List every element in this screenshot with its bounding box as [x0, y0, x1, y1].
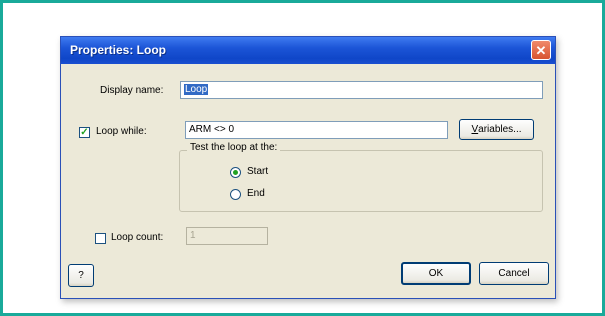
- variables-button-label: ariables...: [478, 124, 522, 135]
- checkmark-icon: ✓: [80, 127, 89, 138]
- loop-while-label: Loop while:: [96, 126, 147, 137]
- loop-while-value: ARM <> 0: [189, 124, 235, 135]
- screenshot-frame: Properties: Loop ✕ Display name: Loop ✓ …: [0, 0, 605, 316]
- loop-count-input[interactable]: 1: [186, 227, 268, 245]
- help-button-label: ?: [78, 270, 84, 281]
- radio-end-label: End: [247, 188, 265, 199]
- ok-button[interactable]: OK: [401, 262, 471, 285]
- properties-dialog: Properties: Loop ✕ Display name: Loop ✓ …: [60, 36, 556, 299]
- loop-while-checkbox[interactable]: ✓: [79, 127, 90, 138]
- loop-count-label: Loop count:: [111, 232, 164, 243]
- cancel-button[interactable]: Cancel: [479, 262, 549, 285]
- loop-while-input[interactable]: ARM <> 0: [185, 121, 448, 139]
- radio-start[interactable]: [230, 167, 241, 178]
- display-name-input[interactable]: Loop: [180, 81, 543, 99]
- variables-button-mnemonic: V: [471, 124, 479, 135]
- loop-count-checkbox[interactable]: [95, 233, 106, 244]
- test-loop-groupbox: [179, 150, 543, 212]
- test-loop-group-title: Test the loop at the:: [187, 142, 281, 153]
- radio-start-label: Start: [247, 166, 269, 177]
- cancel-button-label: Cancel: [498, 268, 530, 279]
- close-button[interactable]: ✕: [531, 40, 551, 60]
- radio-end[interactable]: [230, 189, 241, 200]
- display-name-label: Display name:: [100, 85, 164, 96]
- help-button[interactable]: ?: [68, 264, 94, 287]
- close-icon: ✕: [535, 42, 547, 58]
- dialog-title: Properties: Loop: [70, 43, 167, 57]
- loop-count-value: 1: [190, 230, 196, 241]
- variables-button[interactable]: Variables...: [459, 119, 534, 140]
- radio-dot-icon: [233, 170, 238, 175]
- display-name-value: Loop: [184, 84, 209, 95]
- ok-button-label: OK: [428, 268, 444, 279]
- title-bar[interactable]: Properties: Loop ✕: [61, 37, 555, 64]
